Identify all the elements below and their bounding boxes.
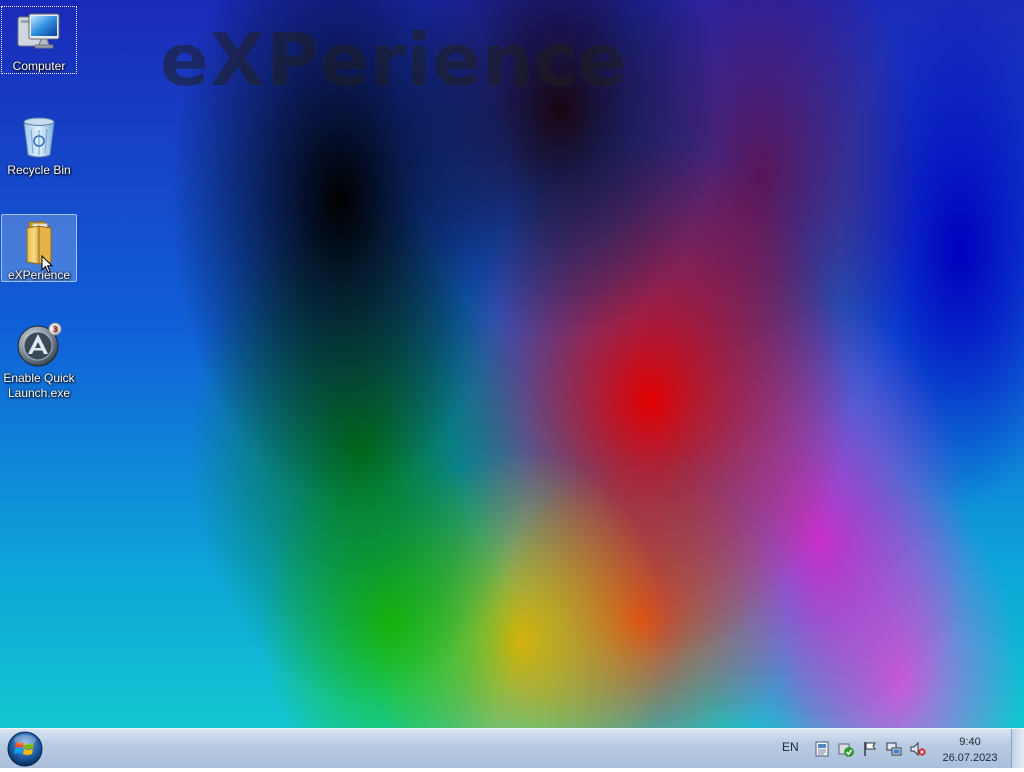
- recycle-bin-icon: [15, 113, 63, 161]
- desktop[interactable]: eXPerience Computer Recycle Bin eXPerien…: [0, 0, 1024, 728]
- taskbar-gripper: [52, 735, 80, 763]
- desktop-icon-label: Enable Quick Launch.exe: [3, 371, 75, 400]
- app-icon: 3: [15, 321, 63, 369]
- folder-icon: [15, 218, 63, 266]
- language-indicator[interactable]: EN: [782, 740, 799, 754]
- svg-text:3: 3: [52, 325, 57, 334]
- notes-icon[interactable]: [814, 741, 830, 757]
- desktop-icon-label: eXPerience: [7, 268, 71, 282]
- taskbar: EN 9:40 26.07.2023: [0, 728, 1024, 768]
- windows-logo-icon: [7, 731, 43, 767]
- desktop-icon-experience-folder[interactable]: eXPerience: [1, 214, 77, 282]
- desktop-icon-label: Recycle Bin: [7, 163, 71, 177]
- wallpaper-logo-text: eXPerience: [160, 18, 628, 102]
- start-button[interactable]: [6, 731, 44, 767]
- show-desktop-button[interactable]: [1011, 729, 1024, 768]
- desktop-icon-enable-quick-launch[interactable]: 3 Enable Quick Launch.exe: [1, 318, 77, 402]
- desktop-icon-computer[interactable]: Computer: [1, 6, 77, 74]
- volume-muted-icon[interactable]: [910, 741, 926, 757]
- desktop-icon-recycle-bin[interactable]: Recycle Bin: [1, 110, 77, 178]
- clock-date: 26.07.2023: [942, 752, 998, 764]
- action-center-flag-icon[interactable]: [862, 741, 878, 757]
- computer-icon: [15, 9, 63, 57]
- network-icon[interactable]: [886, 741, 902, 757]
- desktop-icon-label: Computer: [12, 59, 66, 73]
- mouse-cursor-icon: [41, 255, 53, 274]
- security-check-icon[interactable]: [838, 741, 854, 757]
- clock-time: 9:40: [959, 736, 981, 748]
- clock[interactable]: 9:40 26.07.2023: [936, 734, 1004, 766]
